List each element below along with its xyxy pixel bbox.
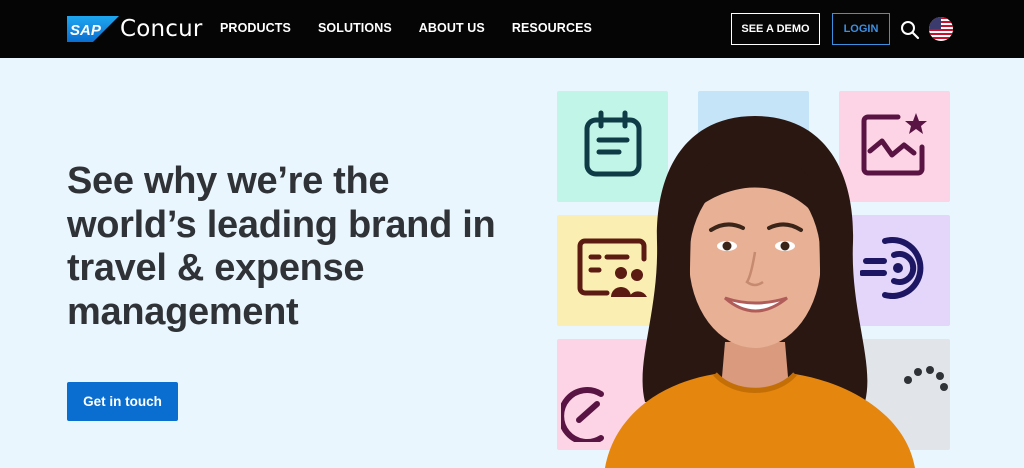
sap-concur-logo[interactable]: SAP Concur: [67, 15, 203, 43]
nav-about-us[interactable]: ABOUT US: [419, 21, 485, 35]
login-button[interactable]: LOGIN: [832, 13, 890, 45]
sap-logo-badge: SAP: [67, 16, 119, 42]
see-a-demo-button[interactable]: SEE A DEMO: [731, 13, 820, 45]
top-navigation-bar: SAP Concur PRODUCTS SOLUTIONS ABOUT US R…: [0, 0, 1024, 58]
search-icon[interactable]: [900, 20, 920, 40]
brand-name: Concur: [120, 16, 203, 42]
nav-products[interactable]: PRODUCTS: [220, 21, 291, 35]
svg-text:SAP: SAP: [70, 22, 102, 39]
get-in-touch-button[interactable]: Get in touch: [67, 382, 178, 421]
nav-solutions[interactable]: SOLUTIONS: [318, 21, 392, 35]
nav-resources[interactable]: RESOURCES: [512, 21, 592, 35]
hero-headline: See why we’re the world’s leading brand …: [67, 160, 496, 333]
main-nav: PRODUCTS SOLUTIONS ABOUT US RESOURCES: [220, 21, 619, 35]
us-flag-icon[interactable]: [929, 17, 953, 41]
hero-person-image: [565, 112, 945, 468]
